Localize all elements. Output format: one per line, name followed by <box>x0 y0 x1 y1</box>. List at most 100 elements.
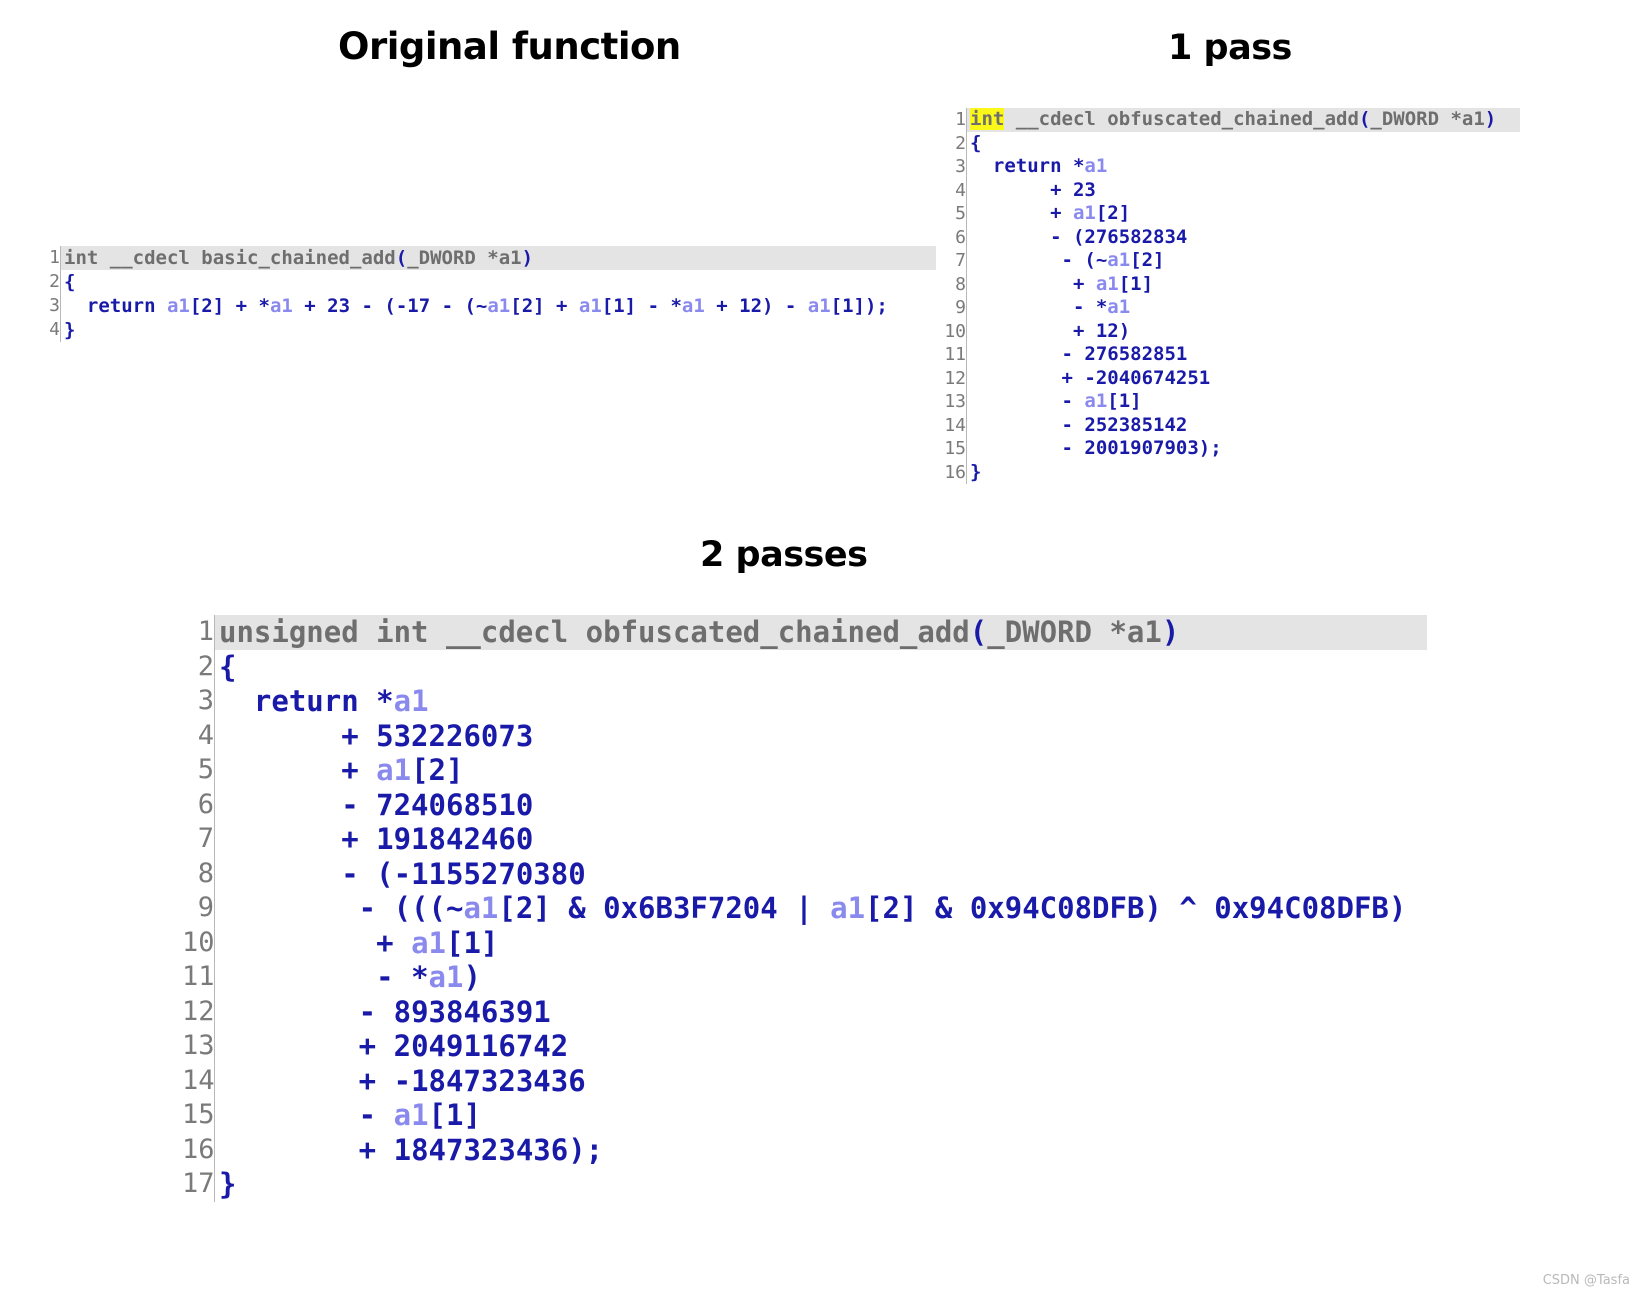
line-number: 3 <box>197 685 214 716</box>
line-number: 10 <box>944 320 966 342</box>
code-token: -2040674251 <box>1084 366 1211 389</box>
code-token: a1 <box>463 891 499 925</box>
code-token: 893846391 <box>393 994 551 1029</box>
code-line: 6 - 724068510 <box>182 787 1427 822</box>
code-line-text: int __cdecl obfuscated_chained_add(_DWOR… <box>966 108 1520 132</box>
line-number: 2 <box>197 650 214 682</box>
line-number: 11 <box>944 344 966 365</box>
watermark-attribution: CSDN @Tasfa <box>1542 1273 1630 1288</box>
code-token: * <box>1095 296 1108 318</box>
code-token: { <box>219 649 237 684</box>
code-token: } <box>64 319 76 341</box>
line-number: 5 <box>955 203 966 224</box>
code-line-text: - 2001907903); <box>966 437 1520 461</box>
code-token: 2049116742 <box>393 1029 569 1063</box>
code-token: ) <box>463 960 481 994</box>
code-token: __cdecl obfuscated_chained_add <box>1004 108 1359 130</box>
code-token: a1 <box>1107 296 1131 318</box>
code-token: + <box>970 366 1085 389</box>
code-token: 532226073 <box>376 718 534 753</box>
line-number: 13 <box>182 1030 215 1061</box>
code-token: 1847323436 <box>393 1132 569 1167</box>
code-token: ( <box>395 247 408 269</box>
code-line-text: - *a1) <box>214 960 1409 995</box>
line-number: 9 <box>955 297 966 318</box>
line-number: 12 <box>182 995 215 1027</box>
code-line-text: + 12) <box>966 319 1520 343</box>
code-token: - <box>219 960 412 994</box>
code-token: a1 <box>830 891 866 925</box>
code-line: 1 int __cdecl basic_chained_add(_DWORD *a… <box>46 246 936 270</box>
line-number: 1 <box>197 616 214 647</box>
code-token: a1 <box>1084 155 1108 177</box>
line-number: 5 <box>197 754 214 785</box>
code-token: - <box>970 343 1085 365</box>
code-token: + <box>292 295 328 317</box>
code-line-text: - a1[1] <box>214 1098 1409 1133</box>
line-number: 4 <box>197 719 214 751</box>
code-token: [1] <box>428 1098 481 1132</box>
code-token: a1 <box>1095 272 1119 295</box>
line-number: 14 <box>182 1064 215 1096</box>
code-line: 7 - (~a1[2] <box>944 249 1520 273</box>
code-token: [2] <box>865 891 935 925</box>
code-line: 10 + a1[1] <box>182 925 1427 960</box>
code-line: 8 + a1[1] <box>944 272 1520 296</box>
code-token: a1 <box>411 925 446 960</box>
code-line: 4} <box>46 318 936 342</box>
code-line-text: - (~a1[2] <box>966 249 1520 273</box>
code-token: ) <box>1388 891 1407 925</box>
code-token: [2] <box>1095 202 1131 224</box>
panel-title-two-passes: 2 passes <box>700 535 868 575</box>
line-number: 2 <box>49 271 60 292</box>
code-token: 191842460 <box>376 822 534 856</box>
line-number: 4 <box>955 179 966 201</box>
code-line: 5 + a1[2] <box>944 202 1520 226</box>
code-token: + <box>219 925 412 960</box>
line-number: 15 <box>182 1099 215 1130</box>
code-line: 14 - 252385142 <box>944 413 1520 437</box>
code-token: + <box>219 1132 394 1167</box>
code-token: 276582851 <box>1084 343 1188 365</box>
code-token: ); <box>568 1132 604 1167</box>
code-token: - ( <box>219 856 394 891</box>
code-line: 16} <box>944 460 1520 484</box>
line-number: 16 <box>944 461 966 483</box>
code-token: ) <box>521 247 534 269</box>
code-token: return <box>64 295 167 317</box>
code-token: [2] <box>411 753 464 787</box>
code-token: a1 <box>578 295 602 317</box>
code-token: [1] <box>1107 390 1142 412</box>
line-number: 9 <box>197 892 214 923</box>
code-token: - (~ <box>970 249 1108 271</box>
code-line-text: - 893846391 <box>214 994 1409 1029</box>
code-token: a1 <box>393 1098 429 1132</box>
line-number: 6 <box>955 226 966 248</box>
code-token: + <box>219 753 377 787</box>
line-number: 15 <box>944 438 966 459</box>
code-line: 14 + -1847323436 <box>182 1063 1427 1098</box>
code-line-text: - (-1155270380 <box>214 856 1409 891</box>
code-token: - <box>219 1098 394 1132</box>
line-number: 6 <box>197 788 214 820</box>
highlighted-token: int <box>970 108 1005 130</box>
line-number: 17 <box>182 1168 215 1199</box>
code-line-text: int __cdecl basic_chained_add(_DWORD *a1… <box>60 246 936 270</box>
code-line: 15 - a1[1] <box>182 1098 1427 1133</box>
code-line: 12 + -2040674251 <box>944 366 1520 390</box>
code-token: 252385142 <box>1084 413 1188 436</box>
code-token: | <box>777 891 831 925</box>
code-token: * <box>411 960 429 994</box>
code-token: 0x94C08DFB <box>969 891 1145 925</box>
code-token: return <box>970 155 1073 177</box>
code-token: & <box>568 891 604 925</box>
code-line-text: + -1847323436 <box>214 1063 1409 1098</box>
code-line: 1 int __cdecl obfuscated_chained_add(_DWO… <box>944 108 1520 132</box>
code-line-text: - 276582851 <box>966 343 1520 367</box>
code-token: _DWORD *a1 <box>987 615 1162 649</box>
code-token: 23 <box>327 295 351 317</box>
line-number: 13 <box>944 391 966 412</box>
code-token: [2] <box>498 891 569 925</box>
code-token: 2001907903 <box>1084 437 1199 459</box>
line-number: 1 <box>955 109 966 130</box>
